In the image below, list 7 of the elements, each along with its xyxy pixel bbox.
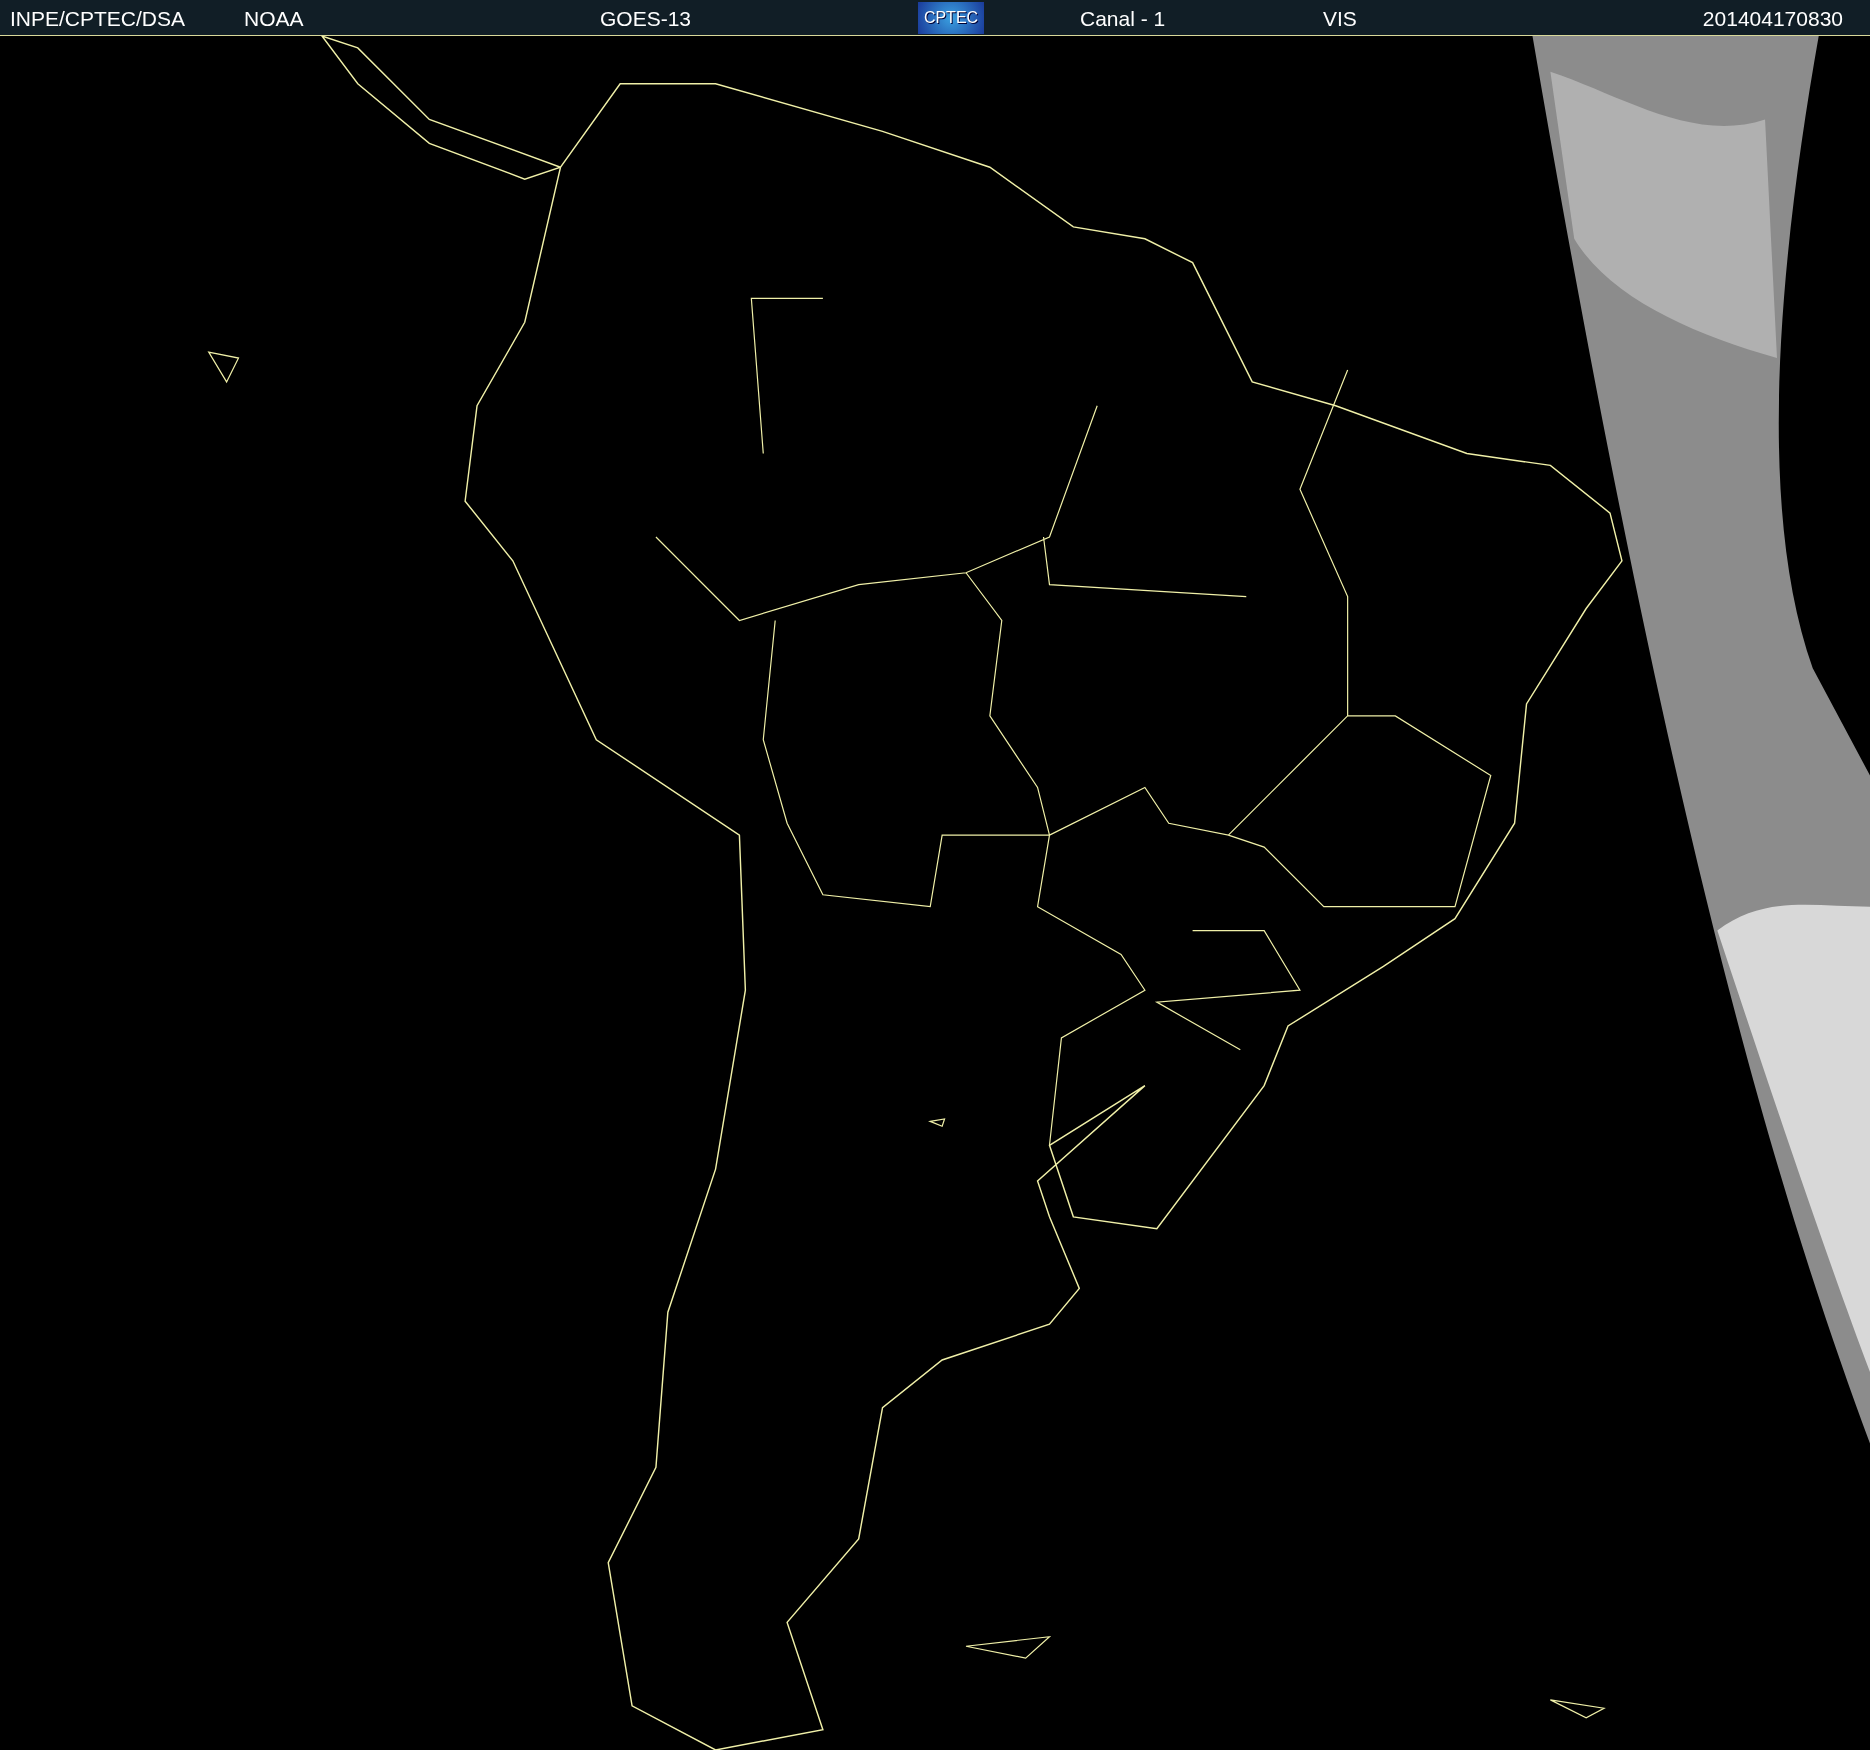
header-label: Canal - 1 <box>1080 7 1166 31</box>
logo: CPTEC <box>918 2 984 34</box>
header-label: INPE/CPTEC/DSA <box>10 7 186 31</box>
header-label: GOES-13 <box>600 7 692 31</box>
header-label: VIS <box>1323 7 1357 31</box>
timestamp: 201404170830 <box>1702 7 1843 31</box>
header-label: NOAA <box>244 7 304 31</box>
